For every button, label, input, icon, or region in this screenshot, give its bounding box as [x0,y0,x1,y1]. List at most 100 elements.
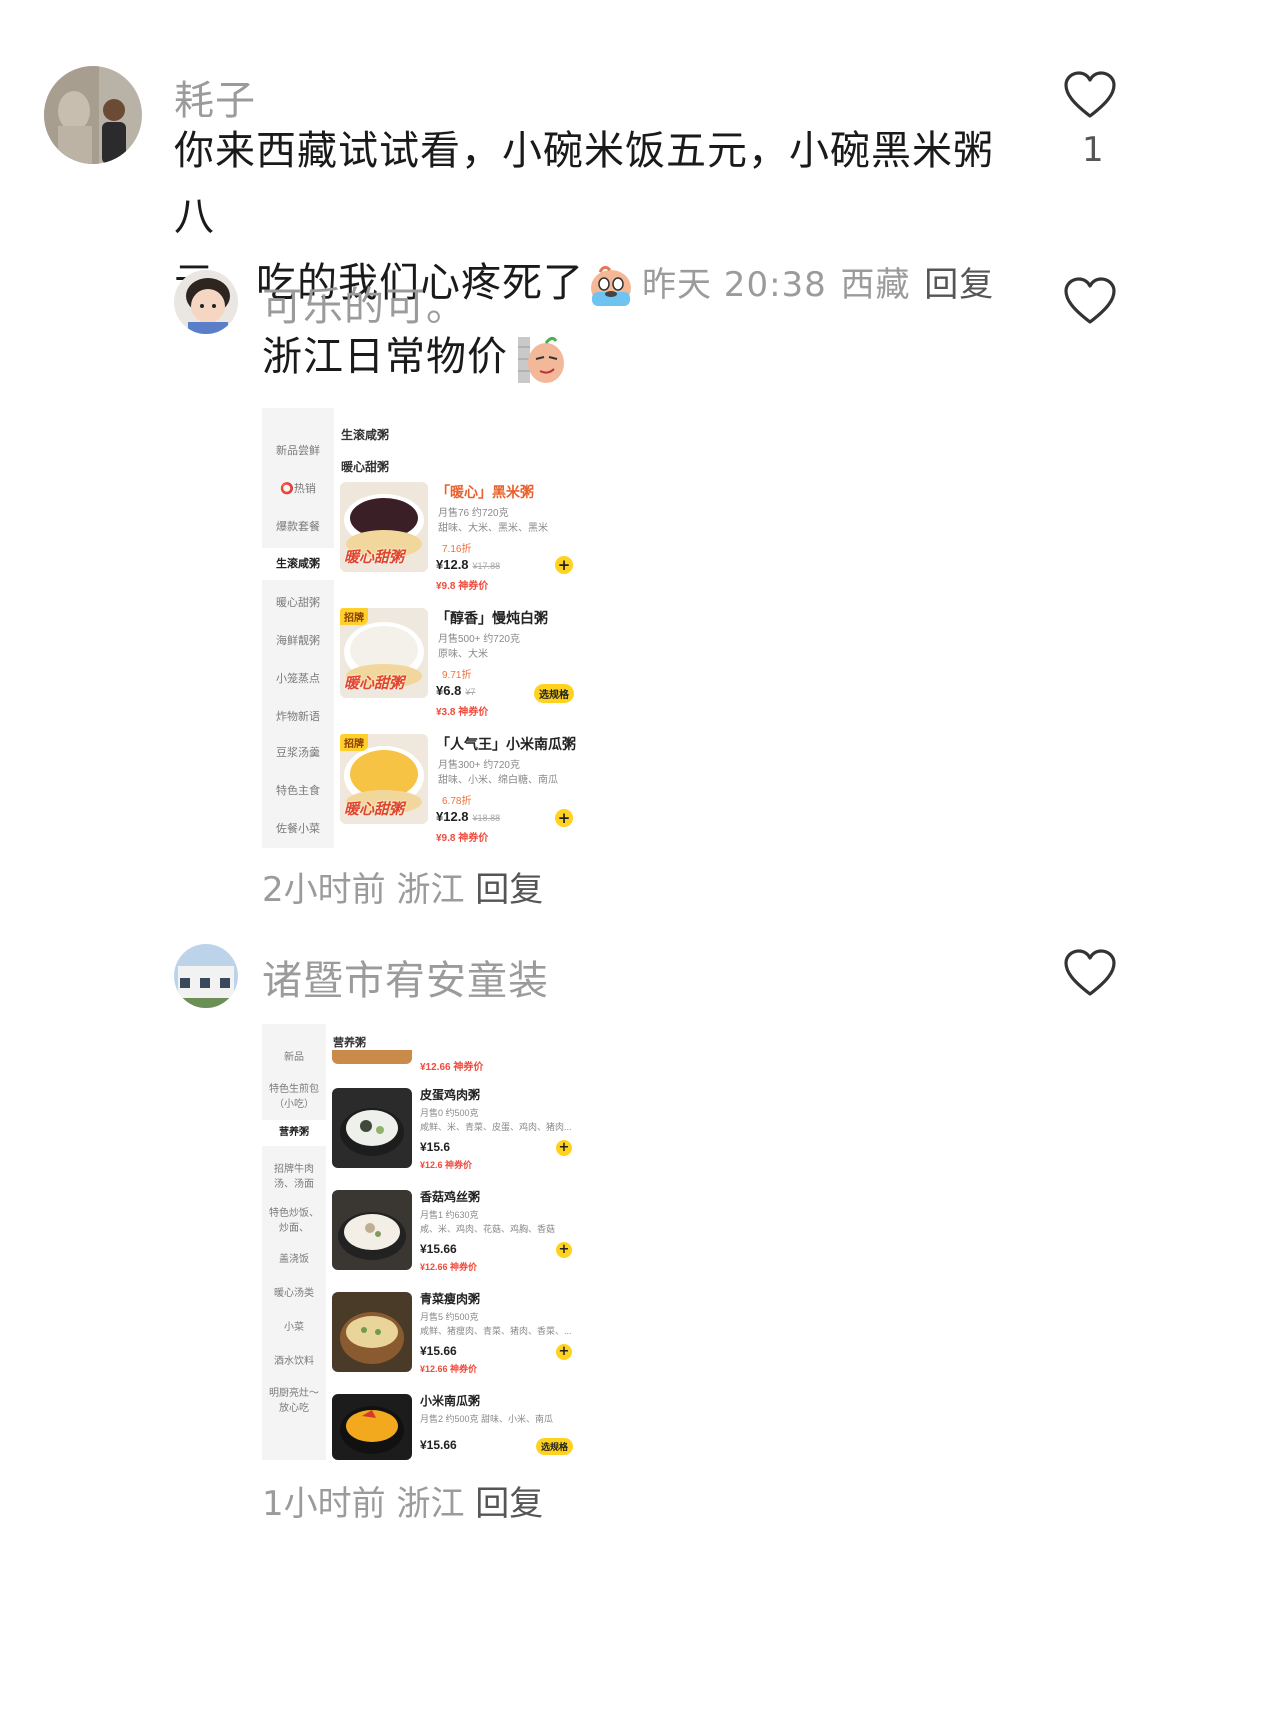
item-title: 皮蛋鸡肉粥 [420,1088,481,1102]
reply-button[interactable]: 回复 [475,870,543,910]
sidebar-item: 特色主食 [276,785,320,797]
item-sold: 月售0 约500克 [420,1108,479,1118]
item-coupon-price: ¥3.8 神券价 [436,707,489,718]
comment-text-content: 浙江日常物价 [262,334,508,380]
item-tags: 咸鲜、猪瘦肉、青菜、猪肉、香菜、... [420,1326,572,1336]
sidebar-item: 新品 [284,1052,304,1063]
sidebar-item: 小菜 [284,1322,304,1333]
item-price: ¥15.66 [420,1438,457,1452]
sidebar-item: 豆浆汤羹 [276,747,320,759]
sidebar-item: 爆款套餐 [276,521,320,533]
select-spec-button[interactable]: 选规格 [534,684,574,703]
like-button[interactable] [1063,276,1117,326]
sidebar-item: 暖心汤类 [274,1288,314,1299]
comment-location: 西藏 [840,265,911,305]
item-title: 青菜瘦肉粥 [420,1292,481,1306]
add-to-cart-button[interactable]: + [556,1344,572,1360]
sidebar-item: 海鲜靓粥 [276,635,320,647]
comment-text-line1: 你来西藏试试看，小碗米饭五元，小碗黑米粥八 [174,128,994,240]
smirk-emoji [518,333,566,385]
item-tags: 甜味、小米、绵白糖、南瓜 [438,775,558,786]
heart-icon [1064,949,1116,996]
sidebar-item-active: 生滚咸粥 [262,548,334,580]
add-to-cart-button[interactable]: + [556,1242,572,1258]
comment-meta: 2小时前 浙江 回复 [262,862,543,911]
sidebar-item: 招牌牛肉汤、汤面 [274,1164,314,1190]
avatar[interactable] [174,270,238,334]
like-count: 1 [1082,130,1104,170]
sidebar-item: 盖浇饭 [279,1254,309,1265]
comment-location: 浙江 [396,1484,465,1524]
add-to-cart-button[interactable]: + [556,1140,572,1156]
comment-time: 昨天 20:38 [642,265,827,305]
add-to-cart-button[interactable]: + [555,809,573,827]
heart-icon [1064,71,1116,118]
crying-emoji [586,260,636,310]
item-sold: 月售500+ 约720克 [438,634,520,645]
item-coupon-price: ¥12.66 神券价 [420,1262,478,1272]
item-tags: 咸鲜、米、青菜、皮蛋、鸡肉、猪肉... [420,1122,572,1132]
sidebar-item: 特色生煎包（小吃） [269,1084,319,1110]
comment-time: 1小时前 [262,1484,386,1524]
item-price: ¥15.6 [420,1140,451,1154]
overlay-label: 暖心甜粥 [344,802,405,818]
food-image [332,1050,412,1064]
sidebar-item: 明厨亮灶～放心吃 [269,1388,319,1414]
item-title: 香菇鸡丝粥 [420,1190,481,1204]
item-sold: 月售300+ 约720克 [438,760,520,771]
comment-username[interactable]: 诸暨市宥安童装 [262,948,549,1006]
item-price: ¥15.66 [420,1242,457,1256]
like-button[interactable] [1063,948,1117,998]
reply-button[interactable]: 回复 [475,1484,543,1524]
avatar[interactable] [174,944,238,1008]
sidebar-item: 小笼蒸点 [276,673,320,685]
avatar[interactable] [44,66,142,164]
overlay-label: 暖心甜粥 [344,676,405,692]
select-spec-button[interactable]: 选规格 [536,1438,574,1455]
comment-image[interactable]: 新品尝鲜 ⭕热销 爆款套餐 生滚咸粥 暖心甜粥 海鲜靓粥 小笼蒸点 炸物新语 豆… [262,408,582,848]
item-title: 「暖心」黑米粥 [436,484,534,500]
category-heading: 暖心甜粥 [341,460,390,474]
item-coupon-price: ¥12.66 神券价 [420,1364,478,1374]
item-price-value: ¥6.8 [436,683,462,698]
item-coupon-price: ¥12.66 神券价 [420,1062,484,1073]
sidebar-item: 暖心甜粥 [276,597,320,609]
item-tags: 咸、米、鸡肉、花菇、鸡胸、香菇 [420,1224,556,1234]
item-sold: 月售76 约720克 [438,508,509,519]
comment-text: 浙江日常物价 [262,324,566,390]
food-image [332,1088,412,1168]
item-price: ¥6.8 ¥7 [436,683,475,698]
item-title: 「醇香」慢炖白粥 [436,610,548,626]
item-title: 小米南瓜粥 [420,1394,481,1408]
sidebar-item-label: 热销 [293,483,316,495]
food-image [332,1292,412,1372]
item-coupon-price: ¥9.8 神券价 [436,581,489,592]
category-sidebar: 新品 特色生煎包（小吃） 营养粥 招牌牛肉汤、汤面 特色炒饭、炒面、 盖浇饭 暖… [262,1024,326,1460]
item-discount: 7.16折 [442,544,472,555]
item-sold: 月售1 约630克 [420,1210,479,1220]
item-price-value: ¥12.8 [436,557,469,572]
item-discount: 9.71折 [442,670,472,681]
item-coupon-price: ¥12.6 神券价 [420,1160,473,1170]
comment-image[interactable]: 新品 特色生煎包（小吃） 营养粥 招牌牛肉汤、汤面 特色炒饭、炒面、 盖浇饭 暖… [262,1024,582,1460]
sidebar-item: 新品尝鲜 [276,445,320,457]
like-button[interactable] [1063,70,1117,120]
item-sold: 月售2 约500克 甜味、小米、南瓜 [420,1414,554,1424]
item-coupon-price: ¥9.8 神券价 [436,833,489,844]
comment-meta: 1小时前 浙江 回复 [262,1476,543,1525]
heart-icon [1064,277,1116,324]
sidebar-item: 特色炒饭、炒面、 [269,1208,319,1234]
item-price: ¥15.66 [420,1344,457,1358]
item-price: ¥12.8 ¥17.88 [436,557,500,572]
hot-icon: ⭕ [280,483,294,495]
item-price-value: ¥12.8 [436,809,469,824]
add-to-cart-button[interactable]: + [555,556,573,574]
category-heading: 营养粥 [333,1037,366,1049]
item-title: 「人气王」小米南瓜粥 [436,736,576,752]
food-image [332,1394,412,1460]
comment-location: 浙江 [396,870,465,910]
item-tags: 甜味、大米、黑米、黑米 [438,523,548,534]
sidebar-item: 炸物新语 [276,711,320,723]
item-original-price: ¥7 [465,687,476,697]
reply-button[interactable]: 回复 [924,265,994,305]
